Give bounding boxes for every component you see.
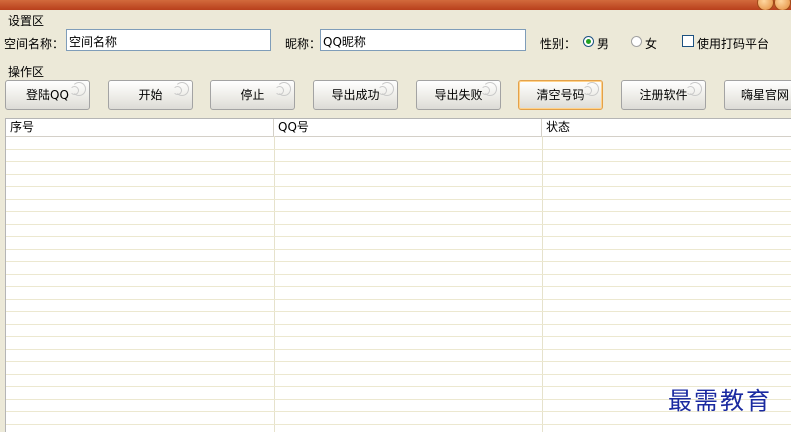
- space-name-label: 空间名称：: [4, 35, 64, 52]
- register-software-label: 注册软件: [639, 88, 687, 102]
- table-row: [6, 162, 791, 175]
- table-header: 序号 QQ号 状态: [6, 119, 791, 137]
- table-row: [6, 275, 791, 288]
- gender-female-label[interactable]: 女: [645, 35, 657, 52]
- official-site-button[interactable]: 嗨星官网: [724, 80, 791, 110]
- table-row: [6, 362, 791, 375]
- export-success-label: 导出成功: [331, 88, 379, 102]
- table-row: [6, 237, 791, 250]
- space-name-input[interactable]: 空间名称: [66, 29, 271, 51]
- gender-female-radio[interactable]: [631, 36, 642, 47]
- settings-group-label: 设置区: [8, 12, 44, 29]
- captcha-label[interactable]: 使用打码平台: [697, 35, 769, 52]
- close-icon[interactable]: [774, 0, 791, 10]
- column-header-qq[interactable]: QQ号: [274, 119, 542, 136]
- swirl-icon: [378, 86, 387, 95]
- clear-numbers-label: 清空号码: [536, 88, 584, 102]
- minimize-icon[interactable]: [757, 0, 774, 10]
- clear-numbers-button[interactable]: 清空号码: [518, 80, 603, 110]
- export-success-button[interactable]: 导出成功: [313, 80, 398, 110]
- table-row: [6, 262, 791, 275]
- table-row: [6, 250, 791, 263]
- export-fail-label: 导出失败: [434, 88, 482, 102]
- swirl-icon: [70, 86, 79, 95]
- table-row: [6, 300, 791, 313]
- gender-male-label[interactable]: 男: [597, 35, 609, 52]
- login-qq-label: 登陆QQ: [26, 88, 69, 102]
- table-row: [6, 350, 791, 363]
- table-row: [6, 325, 791, 338]
- login-qq-button[interactable]: 登陆QQ: [5, 80, 90, 110]
- export-fail-button[interactable]: 导出失败: [416, 80, 501, 110]
- gender-label: 性别：: [540, 35, 576, 52]
- gender-male-radio[interactable]: [583, 36, 594, 47]
- table-row: [6, 175, 791, 188]
- stop-button[interactable]: 停止: [210, 80, 295, 110]
- table-row: [6, 150, 791, 163]
- start-button[interactable]: 开始: [108, 80, 193, 110]
- column-header-index[interactable]: 序号: [6, 119, 274, 136]
- table-row: [6, 212, 791, 225]
- column-header-status[interactable]: 状态: [542, 119, 791, 136]
- stop-label: 停止: [240, 88, 264, 102]
- swirl-icon: [275, 86, 284, 95]
- start-label: 开始: [138, 88, 162, 102]
- official-site-label: 嗨星官网: [741, 88, 789, 102]
- table-row: [6, 312, 791, 325]
- table-row: [6, 225, 791, 238]
- nickname-label: 昵称：: [285, 35, 321, 52]
- nickname-input[interactable]: QQ昵称: [320, 29, 526, 51]
- table-row: [6, 137, 791, 150]
- table-row: [6, 187, 791, 200]
- table-row: [6, 200, 791, 213]
- title-bar: [0, 0, 791, 10]
- table-row: [6, 337, 791, 350]
- watermark-text: 最需教育: [668, 381, 772, 416]
- captcha-checkbox[interactable]: [682, 35, 694, 47]
- swirl-icon: [583, 86, 592, 95]
- swirl-icon: [686, 86, 695, 95]
- table-row: [6, 287, 791, 300]
- operations-group-label: 操作区: [8, 63, 44, 80]
- swirl-icon: [481, 86, 490, 95]
- swirl-icon: [173, 86, 182, 95]
- register-software-button[interactable]: 注册软件: [621, 80, 706, 110]
